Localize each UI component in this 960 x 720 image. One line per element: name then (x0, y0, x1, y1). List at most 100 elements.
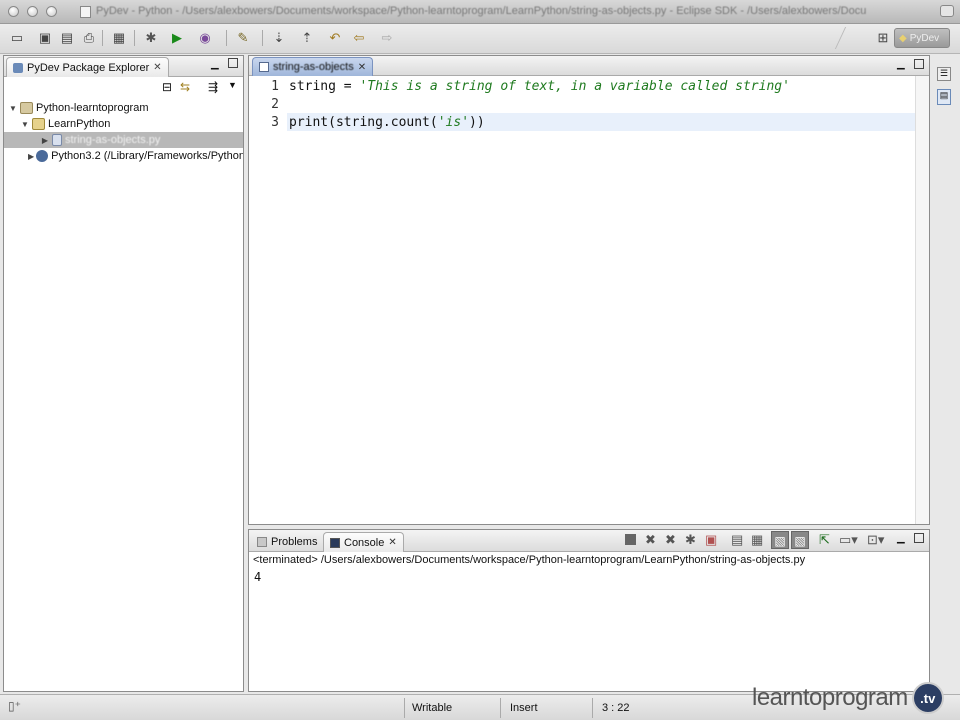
code-line[interactable]: print(string.count('is')) (289, 114, 485, 132)
maximize-icon[interactable] (914, 533, 924, 543)
outline-view-icon[interactable]: ☰ (937, 67, 951, 81)
save-icon[interactable]: ▣ (36, 29, 54, 47)
expanded-twisty-icon[interactable]: ▼ (8, 104, 18, 113)
title-bar: PyDev - Python - /Users/alexbowers/Docum… (0, 0, 960, 24)
scroll-lock-icon[interactable]: ▦ (751, 532, 763, 548)
close-window-button[interactable] (8, 6, 19, 17)
new-icon[interactable]: ▭ (8, 29, 26, 47)
clear-console-icon[interactable]: ▣ (705, 532, 717, 548)
explorer-header: PyDev Package Explorer ✕ ▁ (4, 56, 243, 77)
toolbar-separator (262, 30, 263, 46)
last-edit-icon[interactable]: ↶ (326, 29, 344, 47)
maximize-icon[interactable] (914, 59, 924, 69)
collapse-all-icon[interactable]: ⊟ (162, 80, 172, 94)
back-icon[interactable]: ⇦ (350, 29, 368, 47)
fast-view-icon[interactable]: ▯⁺ (8, 699, 21, 713)
insert-mode-status: Insert (510, 702, 538, 714)
show-on-error-icon[interactable]: ▧ (791, 531, 809, 549)
line-number: 3 (271, 115, 279, 130)
tab-console[interactable]: Console ✕ (323, 532, 404, 552)
tree-item-file-selected[interactable]: ▶ string-as-objects.py (4, 132, 243, 148)
show-on-output-icon[interactable]: ▧ (771, 531, 789, 549)
tab-problems[interactable]: Problems (251, 533, 323, 551)
editor-header: string-as-objects ✕ ▁ (249, 56, 929, 76)
open-console-icon[interactable]: ⇱ (819, 532, 830, 548)
minimize-window-button[interactable] (27, 6, 38, 17)
open-type-icon[interactable]: ▦ (110, 29, 128, 47)
expanded-twisty-icon[interactable]: ▼ (20, 120, 30, 129)
console-output[interactable]: 4 (254, 570, 261, 584)
tab-label: PyDev Package Explorer (27, 61, 150, 74)
tab-label: Problems (271, 536, 318, 548)
minimize-icon[interactable]: ▁ (897, 59, 905, 70)
tree-item-project[interactable]: ▼ Python-learntoprogram (4, 100, 243, 116)
string-literal: 'This is a string of text, in a variable… (359, 79, 790, 94)
tab-string-as-objects[interactable]: string-as-objects ✕ (252, 57, 374, 76)
debug-console-icon[interactable]: ✱ (685, 532, 696, 548)
writable-status: Writable (412, 702, 453, 714)
forward-icon[interactable]: ⇨ (378, 29, 396, 47)
tab-package-explorer[interactable]: PyDev Package Explorer ✕ (6, 57, 169, 77)
main-toolbar: ▭ ▣ ▤ ⎙ ▦ ✱ ▶ ◉ ✎ ⇣ ⇡ ↶ ⇦ ⇨ ⊞ ◆ PyDev (0, 24, 960, 54)
watermark-badge: .tv (911, 682, 944, 714)
close-icon[interactable]: ✕ (388, 537, 396, 548)
document-icon (80, 6, 91, 18)
coverage-icon[interactable]: ◉ (196, 29, 214, 47)
maximize-icon[interactable] (228, 58, 238, 68)
pin-console-icon[interactable]: ▤ (731, 532, 743, 548)
status-separator (592, 698, 593, 718)
save-all-icon[interactable]: ▤ (58, 29, 76, 47)
toolbar-separator (134, 30, 135, 46)
debug-icon[interactable]: ✱ (142, 29, 160, 47)
remove-launch-icon[interactable]: ✖ (645, 532, 656, 548)
close-icon[interactable]: ✕ (153, 62, 161, 73)
line-number: 1 (271, 79, 279, 94)
console-panel: Problems Console ✕ ✖ ✖ ✱ ▣ ▤ ▦ ▧ ▧ ⇱ ▭▾ … (248, 529, 930, 692)
open-perspective-icon[interactable]: ⊞ (874, 29, 892, 47)
filter-icon[interactable]: ⇶ (208, 80, 218, 94)
editor-panel: string-as-objects ✕ ▁ 1 2 3 string = 'Th… (248, 55, 930, 525)
line-number: 2 (271, 97, 279, 112)
console-header: Problems Console ✕ ✖ ✖ ✱ ▣ ▤ ▦ ▧ ▧ ⇱ ▭▾ … (249, 530, 929, 552)
code-line[interactable]: string = 'This is a string of text, in a… (289, 78, 790, 96)
console-status-line: <terminated> /Users/alexbowers/Documents… (249, 552, 929, 568)
line-number-gutter: 1 2 3 (249, 76, 287, 524)
terminate-icon[interactable] (625, 534, 636, 545)
next-annotation-icon[interactable]: ⇣ (270, 29, 288, 47)
view-menu-icon[interactable]: ▼ (228, 80, 237, 90)
remove-all-icon[interactable]: ✖ (665, 532, 676, 548)
collapsed-twisty-icon[interactable]: ▶ (40, 136, 50, 145)
perspective-label: PyDev (909, 32, 940, 44)
tree-item-label: Python-learntoprogram (36, 102, 149, 114)
python-file-icon (259, 62, 269, 72)
pydev-perspective-button[interactable]: ◆ PyDev (894, 28, 950, 48)
close-icon[interactable]: ✕ (358, 62, 366, 73)
search-icon[interactable]: ✎ (234, 29, 252, 47)
zoom-window-button[interactable] (46, 6, 57, 17)
collapsed-twisty-icon[interactable]: ▶ (28, 152, 34, 161)
console-icon (330, 537, 340, 548)
display-console-icon[interactable]: ▭▾ (839, 532, 858, 548)
tree-item-folder[interactable]: ▼ LearnPython (4, 116, 243, 132)
tree-item-interpreter[interactable]: ▶ Python3.2 (/Library/Frameworks/Python.… (4, 148, 243, 164)
cursor-position-status: 3 : 22 (602, 702, 630, 714)
toolbar-toggle-button[interactable] (940, 5, 954, 17)
restore-view-icon[interactable]: ▤ (937, 89, 951, 105)
learntoprogram-watermark: learntoprogram .tv (752, 678, 957, 718)
print-icon[interactable]: ⎙ (80, 29, 98, 47)
link-with-editor-icon[interactable]: ⇆ (180, 80, 190, 94)
status-separator (500, 698, 501, 718)
window-title: PyDev - Python - /Users/alexbowers/Docum… (96, 5, 866, 17)
package-explorer-panel: PyDev Package Explorer ✕ ▁ ⊟ ⇆ ⇶ ▼ ▼ Pyt… (3, 55, 244, 692)
editor-scrollbar[interactable] (915, 76, 929, 524)
tree-item-label: Python3.2 (/Library/Frameworks/Python.fr… (51, 150, 243, 162)
problems-icon (257, 537, 267, 547)
toolbar-separator (226, 30, 227, 46)
minimize-icon[interactable]: ▁ (897, 533, 905, 544)
python-perspective-icon: ◆ (899, 32, 907, 44)
run-icon[interactable]: ▶ (168, 29, 186, 47)
previous-annotation-icon[interactable]: ⇡ (298, 29, 316, 47)
new-console-icon[interactable]: ⊡▾ (867, 532, 884, 548)
folder-icon (32, 118, 45, 130)
minimize-icon[interactable]: ▁ (211, 59, 219, 70)
